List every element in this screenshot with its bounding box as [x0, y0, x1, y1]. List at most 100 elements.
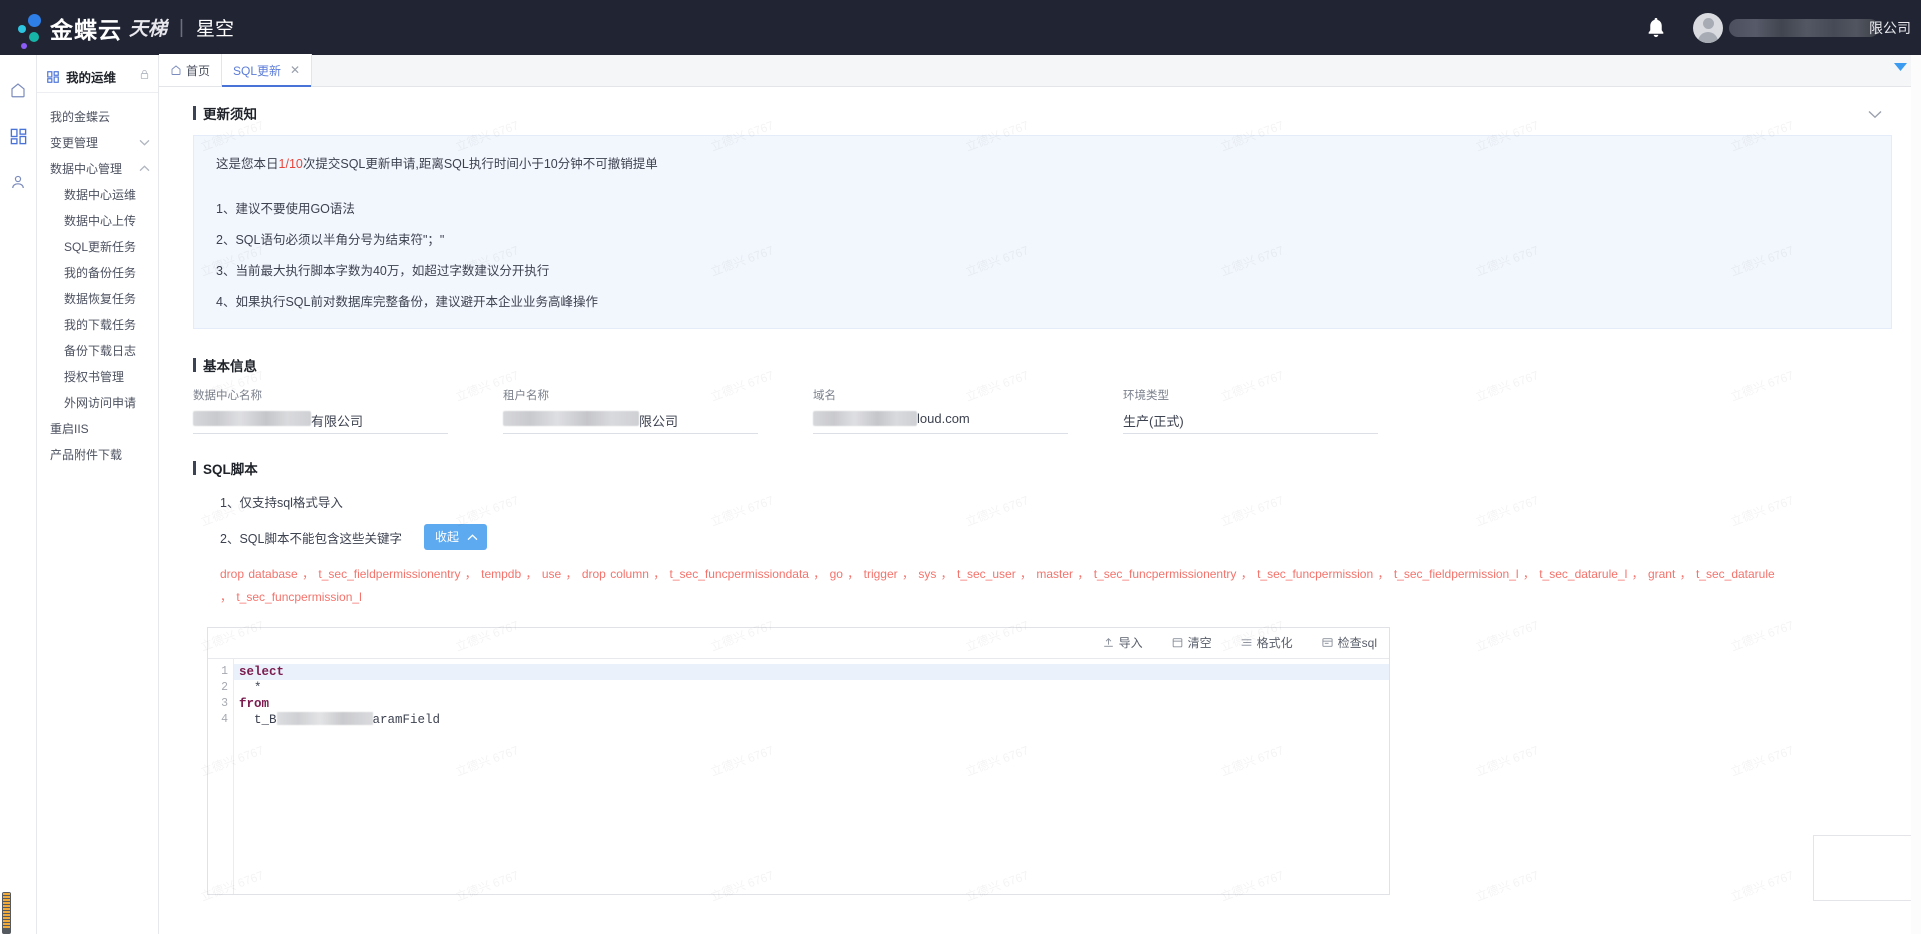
code-line: t_B aramField: [239, 711, 1389, 728]
home-icon: [171, 65, 181, 75]
sidebar-item-8[interactable]: 我的下载任务: [37, 311, 158, 337]
sidebar-item-label: 备份下载日志: [64, 343, 137, 358]
sql-editor: 导入 清空 格式化 检查sql 1 2 3 4 select * from t_…: [207, 626, 1390, 895]
tab-home-label: 首页: [186, 63, 211, 78]
sidebar-item-label: 我的下载任务: [64, 317, 137, 332]
field-value-text: 限公司: [639, 414, 679, 429]
line-number-gutter: 1 2 3 4: [208, 658, 234, 894]
field-value-text: 有限公司: [311, 414, 364, 429]
brand-logo[interactable]: 金蝶云 天梯 | 星空: [16, 11, 234, 49]
code-line: from: [239, 696, 1389, 712]
sql-editor-body[interactable]: 1 2 3 4 select * from t_B aramField: [208, 658, 1389, 894]
code-token: aramField: [372, 712, 441, 727]
brand-sub-text: 天梯: [129, 19, 168, 40]
rail-item-profile[interactable]: [0, 159, 36, 205]
field-value[interactable]: 有限公司: [193, 411, 448, 434]
chevron-up-icon: [139, 161, 150, 175]
username-tail: 限公司: [1869, 19, 1911, 36]
sidebar-item-7[interactable]: 数据恢复任务: [37, 285, 158, 311]
sidebar-item-label: 产品附件下载: [50, 447, 123, 462]
field-value-text: 生产(正式): [1123, 414, 1184, 429]
sidebar-item-label: 我的金蝶云: [50, 109, 111, 124]
section-accent-bar: [193, 461, 196, 475]
sidebar-title-text: 我的运维: [66, 71, 117, 85]
redacted-token: [276, 711, 373, 725]
notice-item: 4、如果执行SQL前对数据库完整备份，建议避开本企业业务高峰操作: [216, 295, 598, 309]
lock-icon[interactable]: [139, 68, 150, 86]
sql-rule-text: 2、SQL脚本不能包含这些关键字: [220, 531, 402, 546]
field-label: 数据中心名称: [193, 390, 262, 402]
sidebar-item-label: 变更管理: [50, 135, 99, 150]
section-accent-bar: [193, 358, 196, 372]
field-value[interactable]: 生产(正式): [1123, 411, 1378, 434]
code-line: *: [239, 680, 1389, 696]
upload-icon: [1103, 638, 1113, 647]
code-token: t_B: [239, 712, 277, 727]
sql-rule-item: 1、仅支持sql格式导入: [220, 492, 1892, 511]
watermark: 立德兴 6767: [1473, 616, 1541, 655]
format-button[interactable]: 格式化: [1240, 634, 1293, 651]
sidebar-item-5[interactable]: SQL更新任务: [37, 233, 158, 259]
sidebar-item-0[interactable]: 我的金蝶云: [37, 103, 158, 129]
sidebar-item-1[interactable]: 变更管理: [37, 129, 158, 155]
main-content: 更新须知 这是您本日1/10次提交SQL更新申请,距离SQL执行时间小于10分钟…: [159, 87, 1921, 934]
line-number: 1: [221, 664, 228, 678]
field-2: 域名 loud.com: [813, 387, 1068, 434]
battery-indicator: [2, 892, 11, 934]
redacted-value: [193, 411, 311, 426]
page-scrollbar[interactable]: [1911, 55, 1921, 934]
notice-lead-suffix: 次提交SQL更新申请,距离SQL执行时间小于10分钟不可撤销提单: [302, 157, 658, 171]
toggle-keywords-button[interactable]: 收起: [423, 524, 487, 550]
sidebar: 我的运维 我的金蝶云 变更管理 数据中心管理 数据中心运维 数据中心上传 SQL更新任务我…: [37, 55, 159, 934]
basic-info-section-header: 基本信息: [193, 355, 1892, 375]
redacted-value: [503, 411, 639, 426]
basic-info-fields: 数据中心名称 有限公司 租户名称 限公司 域名 loud.com 环境类型 生产(正式): [193, 387, 1892, 434]
avatar: [1693, 12, 1723, 43]
field-value[interactable]: loud.com: [813, 411, 1068, 434]
field-label: 租户名称: [503, 390, 549, 402]
caret-down-icon[interactable]: [1894, 59, 1907, 77]
rail-item-home[interactable]: [0, 67, 36, 113]
section-accent-bar: [193, 106, 196, 120]
sidebar-item-12[interactable]: 重启IIS: [37, 415, 158, 441]
sidebar-item-6[interactable]: 我的备份任务: [37, 259, 158, 285]
sidebar-item-label: 数据中心管理: [50, 161, 123, 176]
icon-rail: [0, 55, 37, 934]
tab-home[interactable]: 首页: [159, 54, 223, 86]
chevron-down-icon[interactable]: [1868, 106, 1882, 124]
sidebar-item-label: 外网访问申请: [64, 395, 137, 410]
close-icon[interactable]: ✕: [290, 63, 300, 77]
sidebar-menu: 我的金蝶云变更管理数据中心管理数据中心运维数据中心上传 SQL更新任务我的备份任务…: [37, 93, 158, 467]
sidebar-item-3[interactable]: 数据中心运维: [37, 181, 158, 207]
sidebar-item-2[interactable]: 数据中心管理: [37, 155, 158, 181]
sidebar-item-4[interactable]: 数据中心上传: [37, 207, 158, 233]
lines-icon: [1241, 639, 1252, 646]
user-account[interactable]: 限公司: [1693, 12, 1911, 43]
line-number: 3: [221, 696, 228, 710]
sidebar-item-label: 数据中心上传: [64, 213, 137, 228]
tab-sql-update[interactable]: SQL更新 ✕: [222, 54, 313, 87]
sidebar-item-9[interactable]: 备份下载日志: [37, 337, 158, 363]
sidebar-item-11[interactable]: 外网访问申请: [37, 389, 158, 415]
notice-lead-count: 1/10: [278, 157, 303, 171]
field-value-text: loud.com: [917, 411, 970, 426]
toggle-keywords-label: 收起: [434, 530, 459, 544]
clear-button[interactable]: 清空: [1171, 634, 1212, 651]
watermark: 立德兴 6767: [1728, 866, 1796, 905]
field-1: 租户名称限公司: [503, 387, 758, 434]
field-value[interactable]: 限公司: [503, 411, 758, 434]
check-sql-button[interactable]: 检查sql: [1321, 634, 1377, 651]
sql-rule-item: 2、SQL脚本不能包含这些关键字 收起: [220, 524, 1892, 550]
notice-lead: 这是您本日1/10次提交SQL更新申请,距离SQL执行时间小于10分钟不可撤销提…: [216, 153, 1869, 172]
watermark: 立德兴 6767: [1728, 741, 1796, 780]
field-label: 域名: [813, 390, 836, 402]
sidebar-item-label: SQL更新任务: [64, 239, 137, 254]
bell-icon[interactable]: [1643, 15, 1669, 41]
sql-code-area[interactable]: select * from t_B aramField: [234, 659, 1389, 894]
import-button[interactable]: 导入: [1102, 634, 1143, 651]
sidebar-item-10[interactable]: 授权书管理: [37, 363, 158, 389]
sidebar-item-13[interactable]: 产品附件下载: [37, 441, 158, 467]
rail-item-apps[interactable]: [0, 113, 36, 159]
line-number: 2: [221, 680, 228, 694]
brand-main-text: 金蝶云: [50, 16, 122, 43]
